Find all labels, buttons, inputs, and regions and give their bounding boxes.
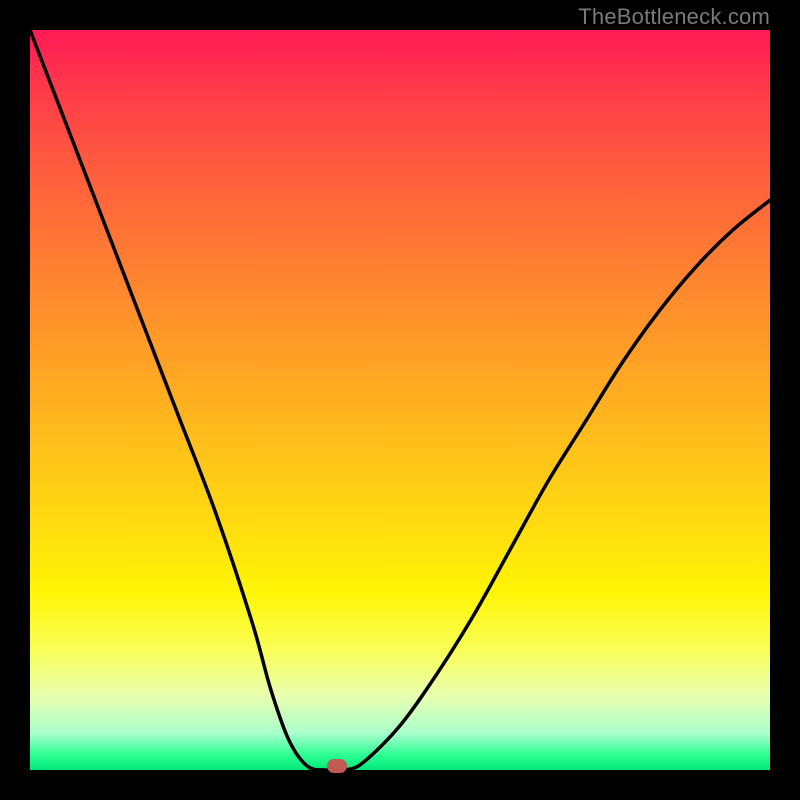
watermark-text: TheBottleneck.com: [578, 4, 770, 30]
optimal-point-marker: [327, 759, 347, 773]
chart-frame: TheBottleneck.com: [0, 0, 800, 800]
bottleneck-curve: [30, 30, 770, 770]
plot-area: [30, 30, 770, 770]
